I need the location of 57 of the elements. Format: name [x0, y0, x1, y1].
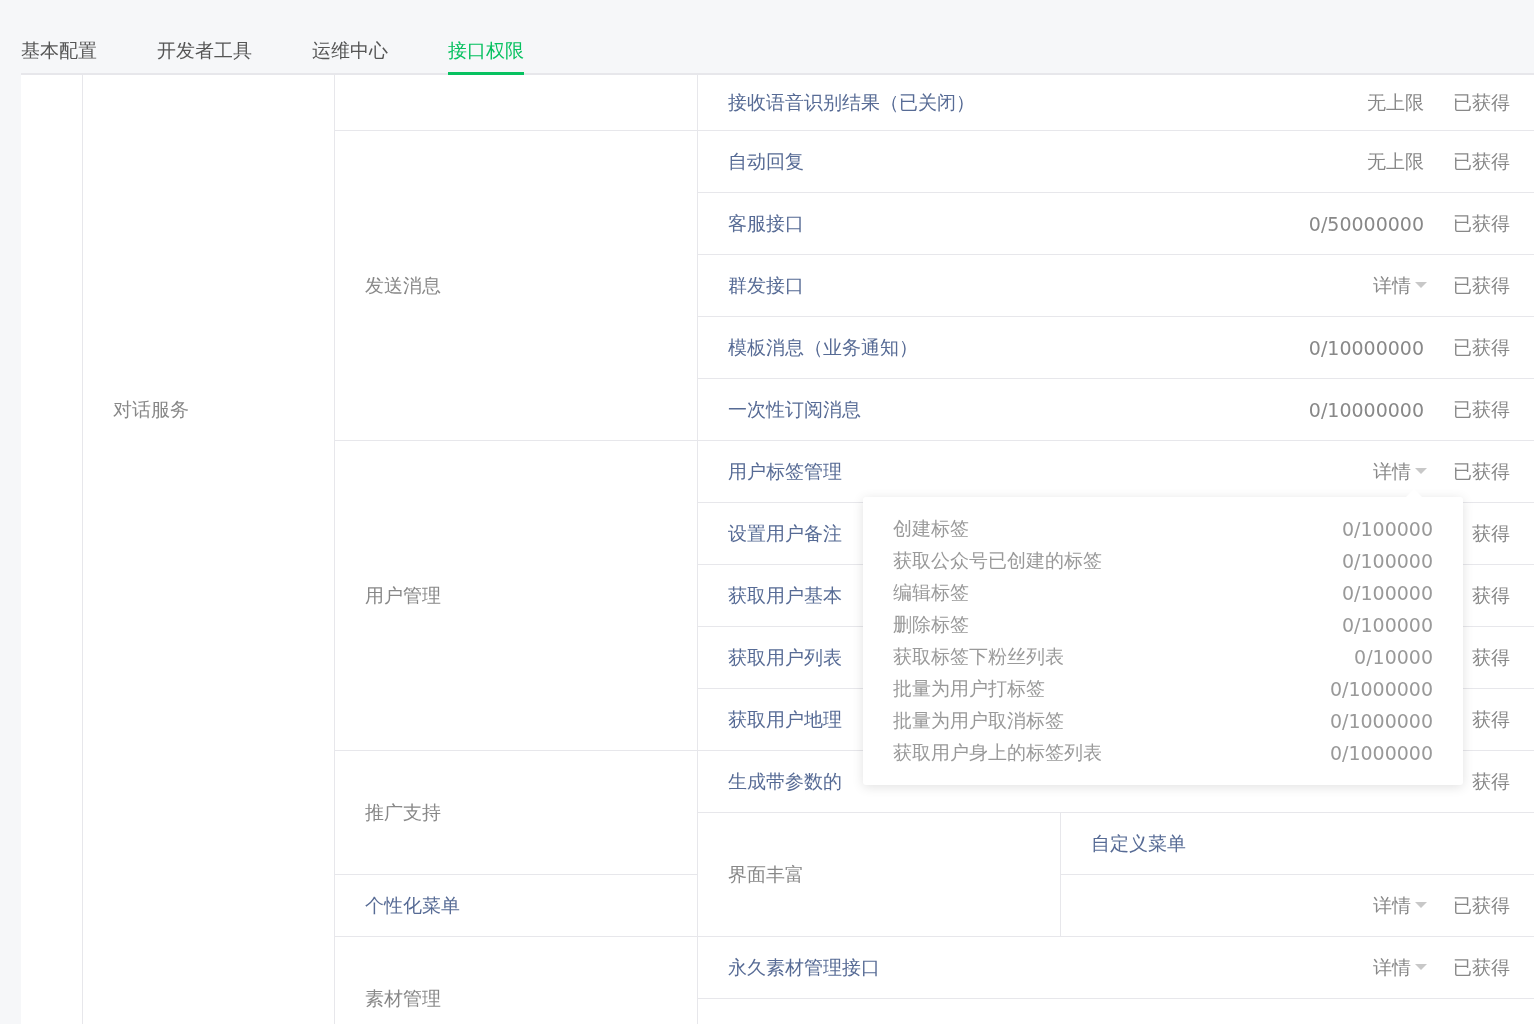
popover-item-quota: 0/100000: [1341, 582, 1433, 604]
quota-text: 0/10000000: [1308, 398, 1424, 421]
group-link[interactable]: 个性化菜单: [365, 892, 460, 919]
popover-item-quota: 0/1000000: [1329, 678, 1433, 700]
popover-item-quota: 0/100000: [1341, 614, 1433, 636]
details-dropdown[interactable]: 详情: [1373, 954, 1427, 981]
popover-item-name: 获取标签下粉丝列表: [893, 644, 1064, 669]
popover-item-name: 获取公众号已创建的标签: [893, 548, 1102, 573]
api-name[interactable]: 自动回复: [728, 148, 1367, 175]
popover-item-quota: 0/100000: [1341, 518, 1433, 540]
details-dropdown[interactable]: 详情: [1373, 458, 1427, 485]
group-label: 推广支持: [365, 799, 441, 825]
tab[interactable]: 运维中心: [312, 38, 388, 75]
popover-item-name: 创建标签: [893, 516, 969, 541]
group-label: 素材管理: [365, 985, 441, 1011]
popover-item-quota: 0/10000: [1354, 646, 1433, 668]
quota-text: 0/10000000: [1308, 336, 1424, 359]
quota-text: 无上限: [1367, 89, 1424, 115]
api-name[interactable]: 接收语音识别结果（已关闭）: [728, 89, 1367, 116]
section-label: 界面丰富: [728, 861, 804, 887]
popover-item-name: 获取用户身上的标签列表: [893, 740, 1102, 765]
popover-item-name: 批量为用户打标签: [893, 676, 1045, 701]
group-label: 用户管理: [365, 582, 441, 608]
status-text: 已获得: [1452, 210, 1510, 236]
api-name[interactable]: 一次性订阅消息: [728, 396, 1309, 423]
caret-icon: [1415, 964, 1427, 971]
api-name[interactable]: 客服接口: [728, 210, 1309, 237]
popover-item-name: 删除标签: [893, 612, 969, 637]
popover-item-name: 编辑标签: [893, 580, 969, 605]
caret-icon: [1415, 282, 1427, 289]
group-label: 发送消息: [365, 272, 441, 298]
popover-item-quota: 0/1000000: [1329, 742, 1433, 764]
quota-text: 无上限: [1367, 148, 1424, 174]
popover-item-quota: 0/1000000: [1329, 710, 1433, 732]
status-text: 已获得: [1452, 334, 1510, 360]
caret-icon: [1415, 468, 1427, 475]
category-label: 对话服务: [113, 397, 189, 422]
tab[interactable]: 开发者工具: [157, 38, 252, 75]
popover-item-quota: 0/100000: [1341, 550, 1433, 572]
tab[interactable]: 基本配置: [21, 38, 97, 75]
api-name[interactable]: 永久素材管理接口: [728, 954, 1373, 981]
status-text: 获得: [1471, 768, 1510, 794]
api-name[interactable]: 群发接口: [728, 272, 1373, 299]
caret-icon: [1415, 902, 1427, 909]
status-text: 已获得: [1452, 89, 1510, 115]
api-name[interactable]: 模板消息（业务通知）: [728, 334, 1309, 361]
api-name[interactable]: 用户标签管理: [728, 458, 1373, 485]
status-text: 已获得: [1452, 954, 1510, 980]
status-text: 已获得: [1452, 892, 1510, 918]
status-text: 已获得: [1452, 272, 1510, 298]
status-text: 已获得: [1452, 396, 1510, 422]
status-text: 已获得: [1452, 148, 1510, 174]
details-dropdown[interactable]: 详情: [1373, 272, 1427, 299]
quota-text: 0/50000000: [1308, 212, 1424, 235]
details-dropdown[interactable]: 详情: [1373, 892, 1427, 919]
popover-item-name: 批量为用户取消标签: [893, 708, 1064, 733]
status-text: 已获得: [1452, 458, 1510, 484]
